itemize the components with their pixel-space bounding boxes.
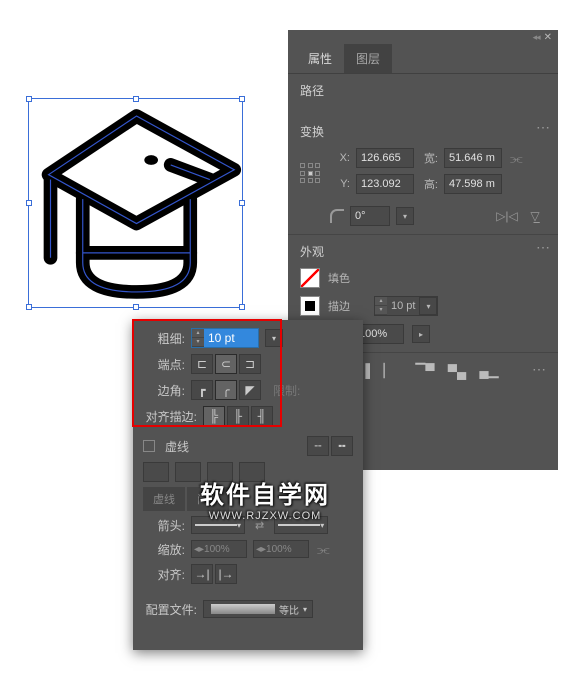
arrow-end-scale[interactable]: ◂▸100% — [253, 540, 309, 558]
graduation-cap-icon[interactable] — [29, 99, 244, 309]
cap-round-icon[interactable]: ⊂ — [215, 354, 237, 374]
align-stroke-center-icon[interactable]: ╠ — [203, 406, 225, 426]
align-more-icon[interactable]: ⋯ — [532, 361, 546, 381]
dash-preserve-icon[interactable]: ╌ — [307, 436, 329, 456]
reference-point-grid[interactable] — [300, 163, 322, 185]
align-center-v-icon[interactable]: ▀▄ — [446, 361, 468, 381]
dash-checkbox[interactable] — [143, 440, 155, 452]
profile-select[interactable]: 等比 ▾ — [203, 600, 313, 618]
profile-label: 配置文件: — [143, 601, 197, 618]
watermark: 软件自学网 WWW.RJZXW.COM — [200, 475, 330, 522]
align-bottom-icon[interactable]: ▄▁ — [478, 361, 500, 381]
arrow-align-label: 对齐: — [143, 566, 185, 583]
appearance-more-icon[interactable]: ⋯ — [536, 239, 550, 256]
y-field[interactable] — [356, 174, 414, 194]
dash-tab[interactable]: 虚线 — [143, 487, 185, 511]
angle-dropdown[interactable]: ▾ — [396, 207, 414, 225]
stroke-weight-field[interactable]: ▴▾ 10 pt — [191, 328, 259, 348]
corner-bevel-icon[interactable]: ◤ — [239, 380, 261, 400]
tab-properties[interactable]: 属性 — [296, 44, 344, 73]
arrow-label: 箭头: — [143, 517, 185, 534]
dash-align-icon[interactable]: ╍ — [331, 436, 353, 456]
path-label: 路径 — [300, 82, 546, 99]
h-label: 高: — [420, 176, 438, 192]
transform-more-icon[interactable]: ⋯ — [536, 119, 550, 136]
corner-round-icon[interactable]: ╭ — [215, 380, 237, 400]
flip-horizontal-icon[interactable]: ▷|◁ — [496, 207, 518, 225]
x-field[interactable] — [356, 148, 414, 168]
dash1-field[interactable] — [143, 462, 169, 482]
arrow-start-scale[interactable]: ◂▸100% — [191, 540, 247, 558]
weight-label: 粗细: — [143, 330, 185, 347]
corner-label: 边角: — [143, 382, 185, 399]
scale-label: 缩放: — [143, 541, 185, 558]
corner-miter-icon[interactable]: ┏ — [191, 380, 213, 400]
profile-bar-icon — [211, 604, 275, 614]
transform-title: 变换 — [300, 123, 546, 140]
stroke-label: 描边 — [328, 298, 350, 314]
align-top-icon[interactable]: ▔▀ — [414, 361, 436, 381]
angle-icon — [330, 209, 344, 223]
opacity-dropdown[interactable]: ▸ — [412, 325, 430, 343]
align-stroke-inside-icon[interactable]: ╟ — [227, 406, 249, 426]
arrow-align-tip-icon[interactable]: |→ — [215, 564, 237, 584]
weight-dropdown[interactable]: ▾ — [419, 297, 437, 315]
align-stroke-label: 对齐描边: — [143, 408, 197, 425]
weight-stepper[interactable]: ▴▾ — [375, 297, 387, 315]
stroke-weight-dropdown[interactable]: ▾ — [265, 329, 283, 347]
tab-layers[interactable]: 图层 — [344, 44, 392, 73]
panel-close-icon[interactable]: ✕ — [544, 32, 552, 43]
fill-swatch[interactable] — [300, 268, 320, 288]
stroke-swatch[interactable] — [300, 296, 320, 316]
appearance-title: 外观 — [300, 243, 546, 260]
cap-label: 端点: — [143, 356, 185, 373]
weight-value[interactable]: 10 pt — [387, 300, 419, 312]
cap-butt-icon[interactable]: ⊏ — [191, 354, 213, 374]
width-field[interactable] — [444, 148, 502, 168]
gap1-field[interactable] — [175, 462, 201, 482]
fill-label: 填色 — [328, 270, 350, 286]
align-stroke-outside-icon[interactable]: ╢ — [251, 406, 273, 426]
angle-field[interactable] — [350, 206, 390, 226]
watermark-title: 软件自学网 — [200, 475, 330, 510]
selection-bounds — [28, 98, 243, 308]
link-scale-icon[interactable]: ⫘ — [317, 541, 330, 558]
flip-vertical-icon[interactable]: ▽̲ — [524, 207, 546, 225]
limit-label: 限制: — [273, 382, 300, 399]
dash-label: 虚线 — [165, 438, 189, 455]
w-label: 宽: — [420, 150, 438, 166]
watermark-url: WWW.RJZXW.COM — [200, 510, 330, 522]
link-wh-icon[interactable]: ⫘ — [510, 150, 523, 167]
x-label: X: — [332, 152, 350, 164]
panel-grip-icon[interactable]: ◂◂ — [533, 32, 540, 43]
y-label: Y: — [332, 178, 350, 190]
cap-projecting-icon[interactable]: ⊐ — [239, 354, 261, 374]
height-field[interactable] — [444, 174, 502, 194]
align-right-icon[interactable]: ▌▕ — [364, 361, 386, 381]
arrow-align-extend-icon[interactable]: →| — [191, 564, 213, 584]
canvas-area[interactable] — [8, 90, 268, 330]
